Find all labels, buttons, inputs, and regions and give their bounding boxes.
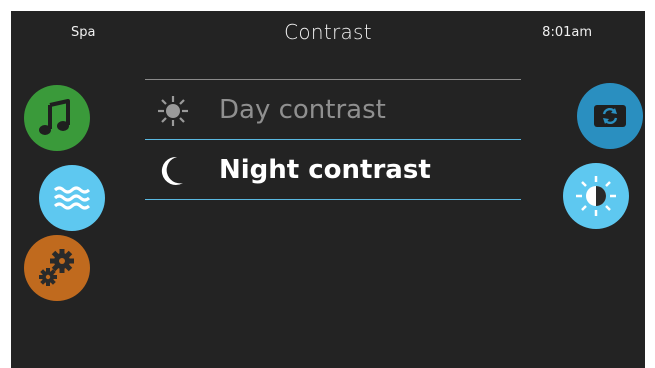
divider-middle xyxy=(145,139,521,140)
sync-icon xyxy=(594,105,626,127)
option-day-contrast[interactable]: Day contrast xyxy=(145,81,521,139)
contrast-sun-icon xyxy=(576,176,616,216)
settings-button[interactable] xyxy=(24,235,90,301)
gears-icon xyxy=(39,249,74,286)
option-label: Night contrast xyxy=(219,155,431,185)
music-button[interactable] xyxy=(24,85,90,151)
sync-button[interactable] xyxy=(577,83,643,149)
water-waves-icon xyxy=(53,186,91,210)
moon-icon xyxy=(161,156,183,185)
divider-bottom xyxy=(145,199,521,200)
clock: 8:01am xyxy=(542,25,592,40)
sun-icon xyxy=(158,96,188,126)
spa-control-screen: Spa Contrast 8:01am Day contrast Night c… xyxy=(11,11,645,368)
music-note-icon xyxy=(39,99,70,135)
option-night-contrast[interactable]: Night contrast xyxy=(145,141,521,199)
option-label: Day contrast xyxy=(219,95,386,125)
contrast-button[interactable] xyxy=(563,163,629,229)
divider-top xyxy=(145,79,521,80)
jets-button[interactable] xyxy=(39,165,105,231)
